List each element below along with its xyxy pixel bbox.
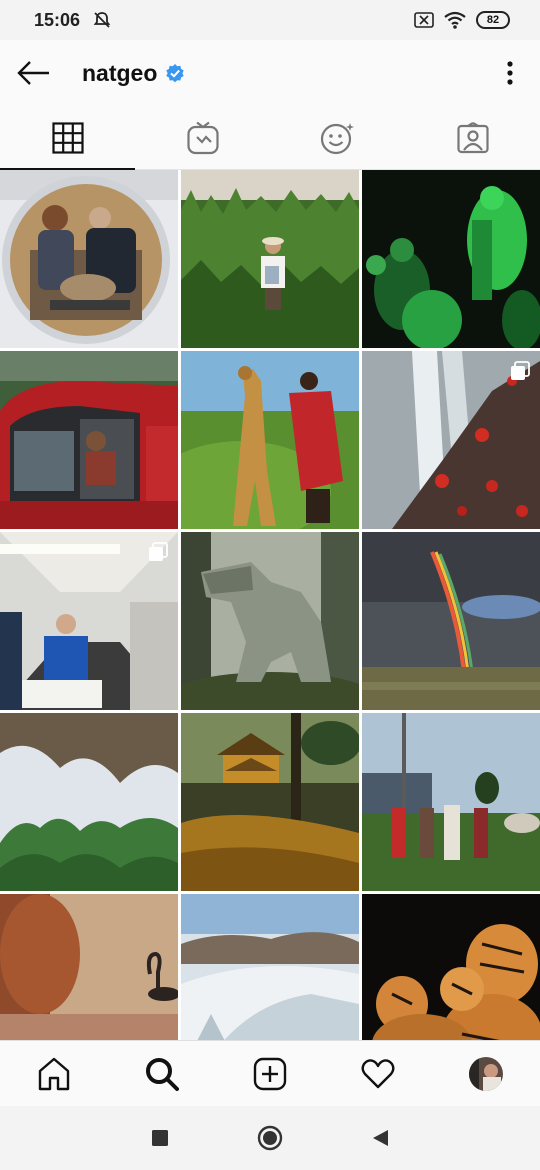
- system-navigation-bar: [0, 1106, 540, 1170]
- post-image-children: [362, 713, 540, 891]
- back-button[interactable]: [16, 55, 52, 91]
- bottom-navigation: [0, 1040, 540, 1106]
- profile-tabs: [0, 106, 540, 170]
- nav-new-post-button[interactable]: [216, 1041, 324, 1106]
- post-thumbnail[interactable]: [181, 351, 359, 529]
- heart-icon: [361, 1058, 395, 1088]
- search-icon: [146, 1057, 179, 1091]
- post-thumbnail[interactable]: [0, 170, 178, 348]
- nav-home-button[interactable]: [0, 1041, 108, 1106]
- verified-badge-icon: [166, 64, 185, 83]
- multiple-photos-icon: [511, 361, 530, 380]
- do-not-disturb-icon: [93, 12, 111, 28]
- post-thumbnail[interactable]: [0, 351, 178, 529]
- battery-level: 82: [486, 14, 500, 26]
- tab-tagged[interactable]: [405, 106, 540, 169]
- post-image-dinosaur: [181, 532, 359, 710]
- post-image-scientists: [0, 170, 178, 348]
- igtv-icon: [186, 121, 219, 154]
- profile-header: natgeo: [0, 40, 540, 106]
- post-thumbnail[interactable]: [0, 532, 178, 710]
- tab-effects[interactable]: [270, 106, 405, 169]
- post-thumbnail[interactable]: [181, 713, 359, 891]
- post-thumbnail[interactable]: [0, 713, 178, 891]
- back-triangle-icon: [373, 1130, 388, 1146]
- post-image-tigers: [362, 894, 540, 1040]
- post-thumbnail[interactable]: [362, 351, 540, 529]
- post-thumbnail[interactable]: [362, 170, 540, 348]
- post-thumbnail[interactable]: [362, 532, 540, 710]
- post-image-rainbow: [362, 532, 540, 710]
- post-image-cornfield: [181, 170, 359, 348]
- post-thumbnail[interactable]: [181, 170, 359, 348]
- post-image-red-car: [0, 351, 178, 529]
- profile-username: natgeo: [82, 59, 158, 86]
- status-time: 15:06: [34, 9, 81, 30]
- grid-icon: [51, 121, 84, 154]
- post-thumbnail[interactable]: [181, 894, 359, 1040]
- system-home-button[interactable]: [255, 1123, 285, 1153]
- post-image-pavilion: [181, 713, 359, 891]
- posts-grid: [0, 170, 540, 1040]
- home-icon: [38, 1057, 70, 1090]
- add-post-icon: [253, 1057, 287, 1090]
- post-image-karst: [0, 713, 178, 891]
- post-thumbnail[interactable]: [362, 713, 540, 891]
- recent-apps-icon: [152, 1130, 168, 1146]
- recent-apps-button[interactable]: [145, 1123, 175, 1153]
- profile-avatar-icon: [469, 1056, 503, 1091]
- tab-grid[interactable]: [0, 106, 135, 170]
- post-image-green-night: [362, 170, 540, 348]
- back-arrow-icon: [17, 61, 49, 85]
- more-options-button[interactable]: [496, 55, 524, 91]
- multiple-photos-icon: [149, 542, 168, 561]
- post-thumbnail[interactable]: [0, 894, 178, 1040]
- nav-search-button[interactable]: [108, 1041, 216, 1106]
- home-circle-icon: [257, 1125, 283, 1151]
- sim-icon: [414, 12, 434, 28]
- system-back-button[interactable]: [365, 1123, 395, 1153]
- nav-activity-button[interactable]: [324, 1041, 432, 1106]
- status-bar: 15:06 82: [0, 0, 540, 40]
- post-image-giraffe: [181, 351, 359, 529]
- wifi-icon: [444, 11, 466, 29]
- tagged-user-icon: [456, 121, 489, 153]
- post-image-swan: [0, 894, 178, 1040]
- tab-igtv[interactable]: [135, 106, 270, 169]
- post-thumbnail[interactable]: [181, 532, 359, 710]
- nav-profile-button[interactable]: [432, 1041, 540, 1106]
- battery-icon: 82: [476, 11, 510, 29]
- reels-effects-icon: [320, 122, 354, 154]
- post-thumbnail[interactable]: [362, 894, 540, 1040]
- more-vertical-icon: [507, 61, 513, 85]
- post-image-glacier: [181, 894, 359, 1040]
